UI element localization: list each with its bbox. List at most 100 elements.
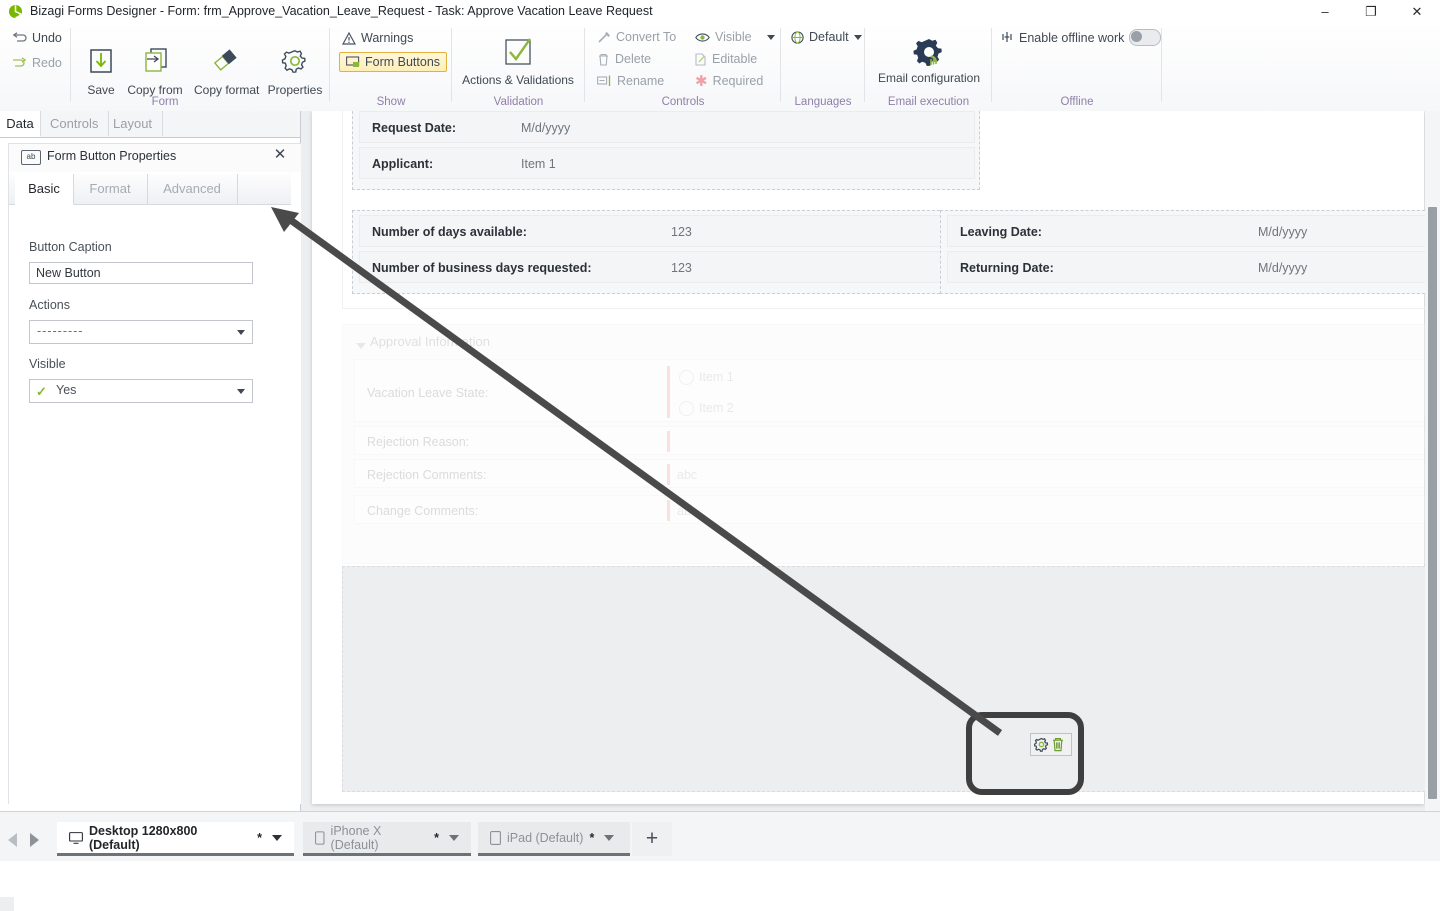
tablet-icon [490,830,501,845]
scroll-corner [0,897,14,911]
ribbon-toolbar: Undo Redo Save Copy from Copy format Pro… [0,23,1440,112]
redo-button[interactable]: Redo [12,56,62,70]
offline-toggle-switch[interactable] [1129,29,1162,46]
ribbon-group-show: Warnings Form Buttons Show [330,23,452,111]
form-buttons-toggle[interactable]: Form Buttons [339,52,448,72]
form-row-applicant[interactable]: Applicant: Item 1 [359,147,975,179]
canvas-vscrollbar[interactable] [1425,111,1440,811]
email-configuration-button[interactable]: Email configuration [870,33,988,85]
form-row-returning-date[interactable]: Returning Date: M/d/yyyy [947,251,1440,283]
form-row-business-days[interactable]: Number of business days requested: 123 [359,251,975,283]
properties-title: Form Button Properties [47,149,177,163]
chevron-down-icon [237,330,245,335]
radio-item-2[interactable] [679,401,694,416]
properties-header: ab Form Button Properties ✕ [9,144,301,172]
prev-tab-arrow[interactable] [8,833,17,847]
copy-format-button[interactable]: Copy format [194,45,259,97]
required-button[interactable]: ✱ Required [695,72,763,90]
leaving-date-value: M/d/yyyy [1258,225,1308,239]
change-comments-label: Change Comments: [367,504,479,518]
visible-dropdown[interactable]: Visible [695,30,775,44]
visible-select[interactable]: ✓ Yes [29,379,253,403]
actions-validations-label: Actions & Validations [462,73,574,87]
application-window: Bizagi Forms Designer - Form: frm_Approv… [0,0,1440,911]
warnings-button[interactable]: Warnings [342,31,413,45]
tab-layout[interactable]: Layout [103,111,164,136]
form-group-requester[interactable]: Request Date: M/d/yyyy Applicant: Item 1 [352,111,980,190]
form-buttons-label: Form Buttons [365,55,441,69]
form-group-days-left[interactable]: Number of days available: 123 Number of … [352,210,980,294]
device-tab-desktop-modified: * [257,830,262,845]
trash-icon[interactable] [1051,737,1065,752]
maximize-button[interactable]: ❐ [1348,0,1394,23]
form-group-days-right[interactable]: Leaving Date: M/d/yyyy Returning Date: M… [940,210,1440,294]
canvas-vscroll-thumb[interactable] [1428,207,1437,799]
undo-button[interactable]: Undo [12,31,62,45]
bizagi-logo-icon [8,4,23,19]
tab-basic[interactable]: Basic [15,174,74,205]
save-button[interactable]: Save [70,45,132,97]
device-tab-ipad[interactable]: iPad (Default) * [478,822,630,856]
ribbon-group-form: Undo Redo Save Copy from Copy format Pro… [0,23,330,111]
radio-item-1[interactable] [679,370,694,385]
device-tab-iphone[interactable]: iPhone X (Default) * [303,822,471,856]
change-comments-placeholder: abc [677,504,698,518]
button-mini-toolbar[interactable] [1030,733,1072,756]
chevron-down-icon[interactable] [356,343,366,349]
delete-button[interactable]: Delete [597,52,651,66]
form-row-days-available[interactable]: Number of days available: 123 [359,215,975,247]
convert-to-button[interactable]: Convert To [597,30,676,44]
device-tab-ipad-label: iPad (Default) [507,830,584,845]
device-tab-ipad-modified: * [589,830,595,845]
ribbon-group-show-label: Show [376,96,406,108]
approval-section-title: Approval Information [370,334,490,349]
ribbon-group-offline: Enable offline work Offline [992,23,1162,111]
enable-offline-work-row[interactable]: Enable offline work [1000,29,1162,46]
properties-button[interactable]: Properties [264,45,326,97]
visible-value: Yes [56,383,77,397]
visible-label: Visible [29,357,66,371]
actions-validations-button[interactable]: Actions & Validations [458,35,578,87]
window-title: Bizagi Forms Designer - Form: frm_Approv… [30,4,653,18]
default-language-dropdown[interactable]: Default [791,30,862,44]
warnings-label: Warnings [361,31,414,45]
left-panel-hscrollbar[interactable] [0,897,300,911]
form-design-canvas: Request Date: M/d/yyyy Applicant: Item 1… [301,111,1440,811]
next-tab-arrow[interactable] [30,833,39,847]
actions-select[interactable]: --------- [29,320,253,344]
tab-controls[interactable]: Controls [40,111,110,136]
form-row-vacation-state[interactable]: Vacation Leave State: Item 1 Item 2 [354,359,1440,422]
close-button[interactable]: ✕ [1394,0,1440,23]
form-row-request-date[interactable]: Request Date: M/d/yyyy [359,111,975,143]
asterisk-icon: ✱ [695,72,708,90]
form-row-change-comments[interactable]: Change Comments: abc [354,495,1440,524]
button-caption-input[interactable] [29,262,253,284]
form-row-leaving-date[interactable]: Leaving Date: M/d/yyyy [947,215,1440,247]
chevron-down-icon[interactable] [449,834,459,841]
rejection-comments-label: Rejection Comments: [367,468,487,482]
undo-icon [12,31,27,42]
offline-icon [1002,32,1012,42]
returning-date-value: M/d/yyyy [1258,261,1308,275]
business-days-value: 123 [671,261,692,275]
form-button-properties-panel: ab Form Button Properties ✕ Basic Format… [8,143,301,804]
chevron-down-icon[interactable] [272,834,282,841]
gear-icon[interactable] [1034,737,1049,752]
form-row-rejection-comments[interactable]: Rejection Comments: abc [354,459,1440,488]
undo-label: Undo [32,31,62,45]
device-tab-iphone-label: iPhone X (Default) [330,823,382,852]
device-tab-desktop[interactable]: Desktop 1280x800 (Default) * [57,822,294,856]
chevron-down-icon[interactable] [604,834,615,841]
checkmark-box-icon [458,35,578,71]
rename-button[interactable]: Rename [597,74,664,88]
minimize-button[interactable]: – [1302,0,1348,23]
add-device-tab-button[interactable]: + [632,822,672,856]
tab-format[interactable]: Format [73,174,148,204]
form-row-rejection-reason[interactable]: Rejection Reason: [354,426,1440,455]
close-icon[interactable]: ✕ [271,146,289,164]
editable-button[interactable]: Editable [695,52,757,66]
tab-advanced[interactable]: Advanced [147,174,238,204]
copy-from-button[interactable]: Copy from [124,45,186,97]
form-empty-drop-area[interactable] [342,566,1440,792]
tab-data[interactable]: Data [0,111,41,137]
